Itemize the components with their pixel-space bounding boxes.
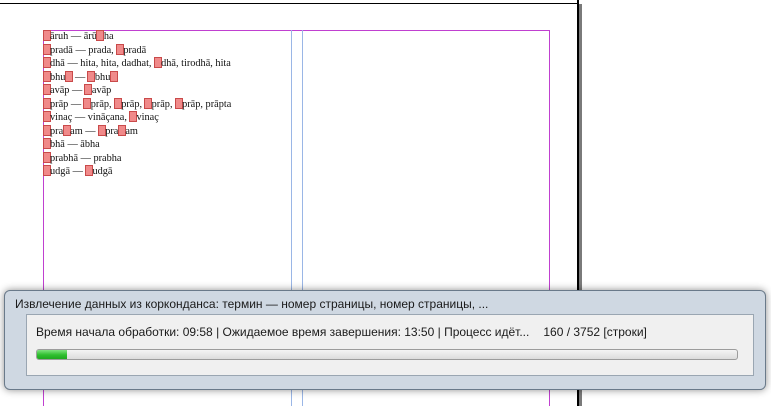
line-text: avāp bbox=[91, 85, 112, 96]
concordance-line: dhā — hita, hita, dadhat, dhā, tirodhā, … bbox=[42, 57, 288, 71]
line-text: bhā — ābha bbox=[50, 139, 100, 150]
missing-glyph-marker bbox=[84, 84, 93, 95]
concordance-line: udgā — udgā bbox=[42, 165, 288, 179]
concordance-line: prabhā — prabha bbox=[42, 151, 288, 166]
concordance-line: āruh — ārū ha bbox=[42, 30, 288, 44]
line-text: avāp — bbox=[50, 85, 85, 96]
missing-glyph-marker bbox=[117, 124, 126, 136]
line-text: prabhā — prabha bbox=[50, 152, 122, 164]
line-text: dhā — hita, hita, dadhat, bbox=[50, 58, 155, 69]
missing-glyph-marker bbox=[113, 97, 122, 109]
concordance-line: vinaç — vināçana, vinaç bbox=[42, 111, 288, 125]
line-text: prāp, bbox=[121, 98, 145, 110]
missing-glyph-marker bbox=[42, 165, 51, 176]
status-separator: | bbox=[212, 325, 223, 339]
missing-glyph-marker bbox=[42, 43, 51, 55]
missing-glyph-marker bbox=[42, 70, 51, 82]
progress-bar bbox=[36, 349, 738, 360]
line-text: prāp, bbox=[90, 98, 115, 110]
line-text: vinaç bbox=[136, 112, 159, 123]
missing-glyph-marker bbox=[87, 70, 96, 82]
concordance-line: pradā — prada, pradā bbox=[42, 43, 288, 58]
missing-glyph-marker bbox=[42, 111, 51, 122]
dialog-title: Извлечение данных из корконданса: термин… bbox=[15, 297, 489, 311]
line-text: udgā — bbox=[50, 166, 86, 177]
line-text: prāp, bbox=[151, 98, 176, 110]
line-text: pradā bbox=[123, 44, 147, 56]
missing-glyph-marker bbox=[42, 84, 51, 95]
line-text: am — bbox=[70, 125, 99, 137]
row-counter: 160 / 3752 [строки] bbox=[543, 325, 647, 339]
missing-glyph-marker bbox=[42, 151, 51, 163]
dialog-body: Время начала обработки: 09:58 | Ожидаемо… bbox=[26, 314, 754, 376]
missing-glyph-marker bbox=[96, 30, 105, 41]
missing-glyph-marker bbox=[97, 124, 106, 136]
missing-glyph-marker bbox=[42, 97, 51, 109]
line-text: pra bbox=[50, 125, 64, 137]
line-text: — bbox=[72, 71, 88, 83]
page-edge bbox=[0, 3, 579, 4]
text-frame[interactable]: āruh — ārū ha pradā — prada, pradā dhā — hi… bbox=[42, 30, 288, 179]
line-text: prāp, prāpta bbox=[182, 98, 232, 110]
missing-glyph-marker bbox=[42, 138, 51, 149]
line-text: āruh — ārū bbox=[50, 31, 97, 42]
start-time-label: Время начала обработки: 09:58 bbox=[36, 325, 213, 339]
line-text: prāp — bbox=[50, 98, 84, 110]
line-text: vinaç — vināçana, bbox=[50, 112, 130, 123]
missing-glyph-marker bbox=[144, 97, 153, 109]
line-text: am bbox=[125, 125, 138, 137]
missing-glyph-marker bbox=[42, 57, 51, 68]
line-text: dhā, tirodhā, hita bbox=[161, 58, 231, 69]
progress-fill bbox=[37, 350, 67, 359]
missing-glyph-marker bbox=[115, 43, 124, 55]
status-separator: | bbox=[434, 325, 445, 339]
line-text: udgā bbox=[92, 166, 113, 177]
line-text: pradā — prada, bbox=[50, 44, 117, 56]
status-row: Время начала обработки: 09:58 | Ожидаемо… bbox=[36, 325, 647, 339]
missing-glyph-marker bbox=[42, 124, 51, 136]
concordance-line: bhu — bhu bbox=[42, 70, 288, 85]
eta-label: Ожидаемое время завершения: 13:50 bbox=[222, 325, 435, 339]
concordance-line: avāp — avāp bbox=[42, 84, 288, 98]
missing-glyph-marker bbox=[62, 124, 71, 136]
missing-glyph-marker bbox=[83, 97, 92, 109]
line-text: bhu bbox=[94, 71, 111, 83]
missing-glyph-marker bbox=[109, 70, 118, 82]
progress-dialog: Извлечение данных из корконданса: термин… bbox=[4, 290, 766, 390]
line-text: bhu bbox=[50, 71, 66, 83]
missing-glyph-marker bbox=[174, 97, 183, 109]
process-status: Процесс идёт... bbox=[444, 325, 530, 339]
line-text: ha bbox=[103, 31, 114, 42]
missing-glyph-marker bbox=[153, 57, 162, 68]
line-text: pra bbox=[105, 125, 119, 137]
missing-glyph-marker bbox=[42, 30, 51, 41]
concordance-line: pra am — pra am bbox=[42, 124, 288, 139]
concordance-line: bhā — ābha bbox=[42, 138, 288, 152]
concordance-line: prāp — prāp, prāp, prāp, prāp, prāpta bbox=[42, 97, 288, 112]
